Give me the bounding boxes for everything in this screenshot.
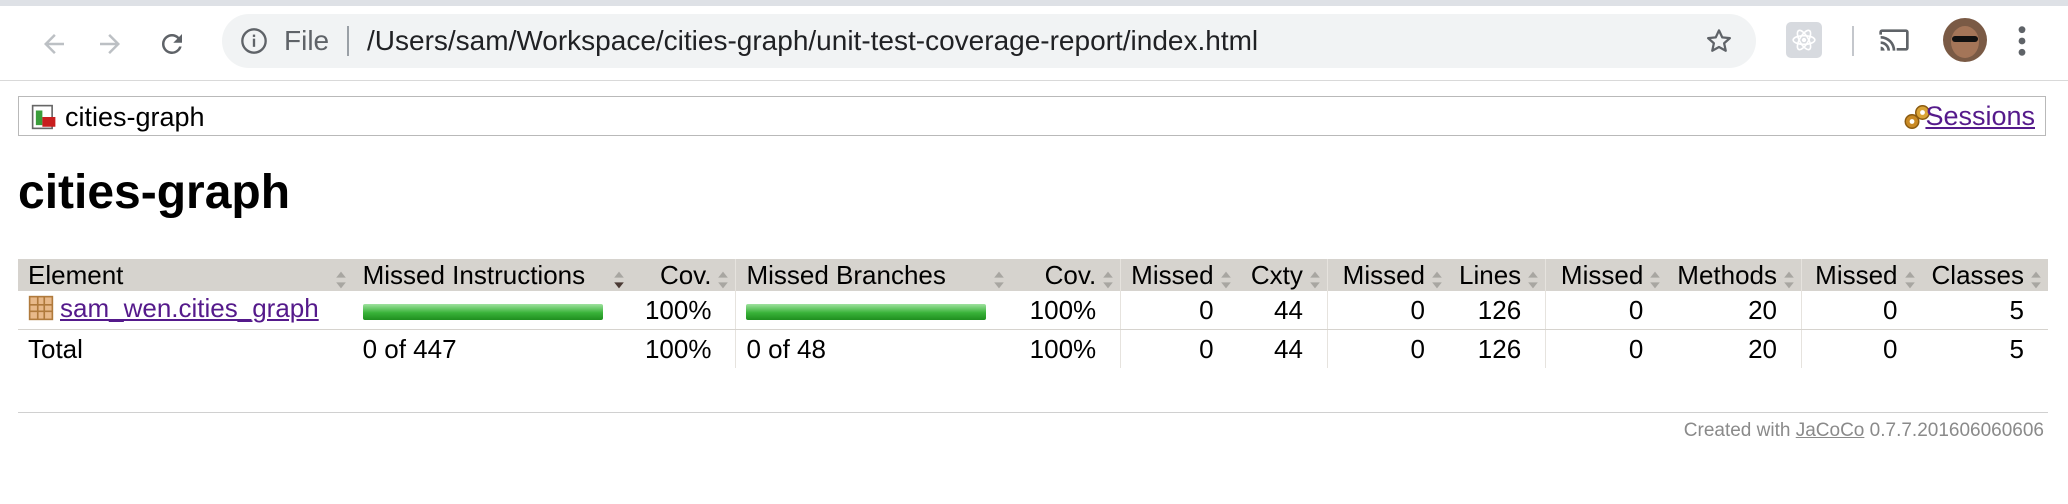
sort-icon (1904, 266, 1916, 297)
page-title: cities-graph (18, 166, 291, 219)
avatar-face (1951, 26, 1979, 58)
total-complexity: 44 (1237, 329, 1328, 368)
sort-icon (1527, 266, 1539, 297)
col-instructions-coverage[interactable]: Cov. (631, 259, 736, 291)
col-methods[interactable]: Methods (1667, 259, 1802, 291)
missed-branches-bar-cell (735, 291, 1011, 330)
footer-prefix: Created with (1683, 420, 1791, 441)
methods-cell: 20 (1667, 291, 1802, 330)
total-branches-coverage: 100% (1010, 329, 1121, 368)
total-missed-branches: 0 of 48 (735, 329, 1011, 368)
back-button[interactable] (34, 24, 74, 64)
footer-divider (18, 412, 2048, 413)
forward-button[interactable] (90, 24, 130, 64)
col-complexity[interactable]: Cxty (1237, 259, 1328, 291)
profile-avatar[interactable] (1943, 18, 1987, 62)
footer-version: 0.7.7.201606060606 (1869, 420, 2044, 441)
col-element[interactable]: Element (18, 259, 353, 291)
sort-desc-icon (613, 266, 625, 297)
sort-icon (2030, 266, 2042, 297)
info-icon[interactable] (240, 27, 268, 60)
browser-toolbar: File /Users/sam/Workspace/cities-graph/u… (0, 0, 2068, 81)
scheme-label: File (284, 25, 330, 56)
package-icon (28, 295, 54, 328)
breadcrumb-report-name: cities-graph (65, 102, 205, 132)
sort-icon (1431, 266, 1443, 297)
col-missed-classes[interactable]: Missed (1801, 259, 1922, 291)
sort-icon (1783, 266, 1795, 297)
total-classes: 5 (1921, 329, 2048, 368)
table-total-row: Total 0 of 447 100% 0 of 48 100% 0 44 0 … (18, 329, 2048, 368)
col-missed-lines[interactable]: Missed (1326, 259, 1450, 291)
address-bar[interactable]: File /Users/sam/Workspace/cities-graph/u… (222, 14, 1756, 68)
bookmark-star-icon[interactable] (1704, 26, 1734, 61)
toolbar-divider (1852, 26, 1854, 56)
sort-icon (335, 266, 347, 297)
col-missed-complexity[interactable]: Missed (1120, 259, 1238, 291)
url-text[interactable]: /Users/sam/Workspace/cities-graph/unit-t… (367, 25, 1258, 57)
col-branches-coverage[interactable]: Cov. (1010, 259, 1121, 291)
avatar-glasses (1952, 36, 1978, 42)
total-instructions-coverage: 100% (631, 329, 736, 368)
sort-icon (993, 266, 1005, 297)
react-devtools-extension-icon[interactable] (1786, 22, 1822, 58)
coverage-table: Element Missed Instructions Cov. Missed … (18, 259, 2048, 368)
cast-icon[interactable] (1878, 26, 1910, 59)
instructions-coverage-bar (362, 303, 603, 320)
sort-icon (1220, 266, 1232, 297)
total-missed-complexity: 0 (1120, 329, 1238, 368)
package-link[interactable]: sam_wen.cities_graph (60, 293, 319, 323)
col-missed-instructions[interactable]: Missed Instructions (352, 259, 632, 291)
col-missed-methods[interactable]: Missed (1545, 259, 1668, 291)
report-icon (31, 104, 57, 135)
forward-arrow-icon (100, 34, 120, 54)
table-header-row: Element Missed Instructions Cov. Missed … (18, 259, 2048, 291)
sessions-link[interactable]: Sessions (1925, 101, 2035, 132)
sort-icon (1649, 266, 1661, 297)
tab-strip (0, 0, 2068, 6)
breadcrumb: cities-graph Sessions (18, 96, 2046, 136)
total-label: Total (18, 329, 353, 368)
total-missed-instructions: 0 of 447 (352, 329, 632, 368)
address-divider (347, 26, 349, 56)
reload-icon (161, 33, 182, 54)
total-missed-methods: 0 (1545, 329, 1668, 368)
element-cell: sam_wen.cities_graph (18, 291, 353, 330)
back-arrow-icon (44, 34, 64, 54)
total-missed-lines: 0 (1326, 329, 1450, 368)
kebab-menu-icon[interactable] (2016, 24, 2028, 63)
sort-icon (717, 266, 729, 297)
footer: Created with JaCoCo 0.7.7.201606060606 (1684, 420, 2044, 442)
col-missed-branches[interactable]: Missed Branches (735, 259, 1011, 291)
total-lines: 126 (1449, 329, 1546, 368)
sort-icon (1102, 266, 1114, 297)
table-row: sam_wen.cities_graph 100% 100% 0 44 0 12… (18, 291, 2048, 330)
sort-icon (1309, 266, 1321, 297)
reload-button[interactable] (152, 24, 192, 64)
jacoco-link[interactable]: JaCoCo (1796, 420, 1865, 441)
total-missed-classes: 0 (1801, 329, 1922, 368)
branches-coverage-bar (746, 303, 987, 320)
missed-instructions-bar-cell (352, 291, 632, 330)
col-classes[interactable]: Classes (1921, 259, 2048, 291)
total-methods: 20 (1667, 329, 1802, 368)
col-lines[interactable]: Lines (1449, 259, 1546, 291)
